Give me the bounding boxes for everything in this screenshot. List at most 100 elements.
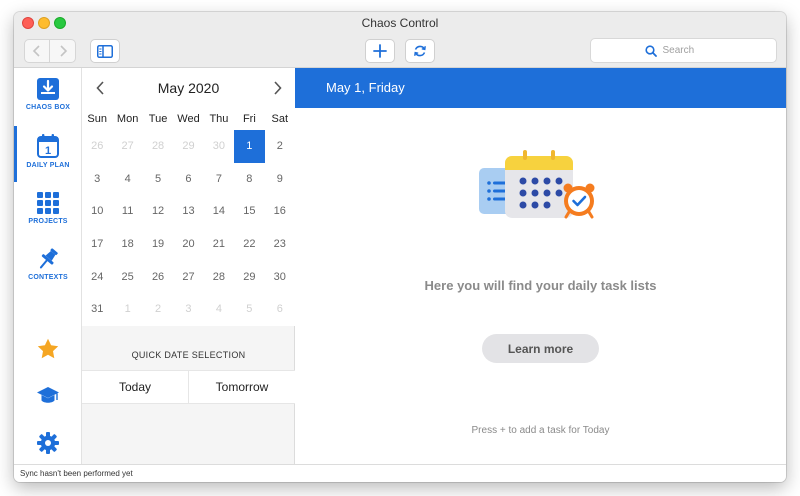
calendar-day[interactable]: 9 bbox=[265, 163, 295, 196]
weekday-label: Sun bbox=[87, 113, 107, 125]
grid-icon bbox=[37, 192, 59, 214]
calendar-day[interactable]: 5 bbox=[234, 293, 264, 326]
sidebar-item-label: CONTEXTS bbox=[28, 274, 68, 281]
calendar-day[interactable]: 31 bbox=[82, 293, 112, 326]
calendar-day[interactable]: 27 bbox=[173, 260, 203, 293]
star-icon bbox=[37, 338, 59, 359]
tutorial-button[interactable] bbox=[14, 386, 82, 406]
plus-icon bbox=[373, 44, 387, 58]
calendar-day[interactable]: 17 bbox=[82, 228, 112, 261]
calendar-day[interactable]: 13 bbox=[173, 195, 203, 228]
sidebar-icon bbox=[97, 44, 113, 58]
calendar-day[interactable]: 14 bbox=[204, 195, 234, 228]
gear-icon bbox=[37, 432, 59, 454]
sidebar-toggle-button[interactable] bbox=[90, 39, 120, 63]
weekday-header: Sun Mon Tue Wed Thu Fri Sat bbox=[82, 108, 295, 130]
calendar-day[interactable]: 10 bbox=[82, 195, 112, 228]
day-header: May 1, Friday bbox=[295, 68, 786, 108]
calendar-day[interactable]: 21 bbox=[204, 228, 234, 261]
empty-state-message: Here you will find your daily task lists bbox=[424, 278, 657, 293]
inbox-download-icon bbox=[37, 78, 59, 100]
sidebar-item-label: CHAOS BOX bbox=[25, 104, 71, 111]
calendar-day[interactable]: 23 bbox=[265, 228, 295, 261]
favorites-button[interactable] bbox=[14, 338, 82, 360]
calendar-day[interactable]: 3 bbox=[82, 163, 112, 196]
calendar-day[interactable]: 3 bbox=[173, 293, 203, 326]
calendar-day[interactable]: 6 bbox=[265, 293, 295, 326]
settings-button[interactable] bbox=[14, 432, 82, 454]
calendar-day[interactable]: 20 bbox=[173, 228, 203, 261]
calendar-day[interactable]: 29 bbox=[234, 260, 264, 293]
calendar-day[interactable]: 24 bbox=[82, 260, 112, 293]
app-window: Chaos Control Search CHAOS BOX 1 DAILY P… bbox=[14, 12, 786, 482]
calendar-day[interactable]: 25 bbox=[112, 260, 142, 293]
calendar-day[interactable]: 16 bbox=[265, 195, 295, 228]
quick-date-row: Today Tomorrow bbox=[82, 370, 295, 404]
chevron-left-icon bbox=[32, 45, 40, 57]
calendar-day[interactable]: 7 bbox=[204, 163, 234, 196]
chevron-right-icon bbox=[273, 81, 282, 95]
calendar-day[interactable]: 4 bbox=[112, 163, 142, 196]
forward-button[interactable] bbox=[50, 39, 76, 63]
calendar-grid: 26 27 28 29 30 1 2 3 4 5 6 7 8 9 10 11 12 13 14 15 16 17 18 19 2… bbox=[82, 130, 295, 326]
calendar-day[interactable]: 30 bbox=[204, 130, 234, 163]
weekday-label: Tue bbox=[148, 113, 168, 125]
weekday-label: Wed bbox=[177, 113, 200, 125]
calendar-day[interactable]: 19 bbox=[143, 228, 173, 261]
sync-icon bbox=[414, 45, 426, 57]
calendar-day[interactable]: 11 bbox=[112, 195, 142, 228]
calendar-day[interactable]: 18 bbox=[112, 228, 142, 261]
pushpin-icon bbox=[39, 248, 58, 269]
calendar-day[interactable]: 28 bbox=[204, 260, 234, 293]
calendar-day[interactable]: 30 bbox=[265, 260, 295, 293]
sidebar-item-daily-plan[interactable]: 1 DAILY PLAN bbox=[14, 134, 82, 169]
sidebar: CHAOS BOX 1 DAILY PLAN PROJECTS CONTEXTS bbox=[14, 68, 82, 464]
tomorrow-button[interactable]: Tomorrow bbox=[188, 371, 295, 403]
calendar-day-number: 1 bbox=[45, 145, 51, 157]
calendar-day[interactable]: 8 bbox=[234, 163, 264, 196]
main-pane: May 1, Friday Here you will find your da… bbox=[295, 68, 786, 464]
calendar-day[interactable]: 2 bbox=[143, 293, 173, 326]
status-bar: Sync hasn't been performed yet bbox=[14, 464, 786, 482]
weekday-label: Mon bbox=[116, 113, 139, 125]
calendar-day-icon: 1 bbox=[37, 134, 59, 158]
calendar-day[interactable]: 5 bbox=[143, 163, 173, 196]
search-icon bbox=[644, 44, 657, 57]
window-title: Chaos Control bbox=[361, 16, 439, 30]
chevron-right-icon bbox=[59, 45, 67, 57]
add-task-button[interactable] bbox=[365, 39, 395, 63]
calendar-day[interactable]: 4 bbox=[204, 293, 234, 326]
weekday-label: Fri bbox=[242, 113, 256, 125]
sidebar-item-label: PROJECTS bbox=[28, 218, 68, 225]
calendar-pane: May 2020 Sun Mon Tue Wed Thu Fri Sat 26 2… bbox=[82, 68, 295, 464]
learn-more-button[interactable]: Learn more bbox=[482, 334, 599, 363]
back-button[interactable] bbox=[24, 39, 50, 63]
calendar-day[interactable]: 26 bbox=[82, 130, 112, 163]
search-input[interactable] bbox=[662, 45, 723, 56]
calendar-day[interactable]: 1 bbox=[112, 293, 142, 326]
calendar-day[interactable]: 29 bbox=[173, 130, 203, 163]
calendar-day[interactable]: 2 bbox=[265, 130, 295, 163]
sidebar-item-chaos-box[interactable]: CHAOS BOX bbox=[14, 78, 82, 111]
weekday-label: Thu bbox=[209, 113, 229, 125]
calendar-day[interactable]: 26 bbox=[143, 260, 173, 293]
today-button[interactable]: Today bbox=[82, 371, 188, 403]
calendar-day-selected[interactable]: 1 bbox=[234, 130, 265, 163]
quick-date-title: QUICK DATE SELECTION bbox=[131, 350, 246, 360]
sync-button[interactable] bbox=[405, 39, 435, 63]
month-title: May 2020 bbox=[157, 80, 220, 96]
graduation-cap-icon bbox=[37, 387, 59, 403]
calendar-day[interactable]: 15 bbox=[234, 195, 264, 228]
sidebar-item-contexts[interactable]: CONTEXTS bbox=[14, 248, 82, 281]
calendar-alarm-illustration-icon bbox=[479, 150, 595, 219]
calendar-day[interactable]: 28 bbox=[143, 130, 173, 163]
calendar-day[interactable]: 12 bbox=[143, 195, 173, 228]
search-box[interactable] bbox=[590, 38, 777, 63]
calendar-day[interactable]: 27 bbox=[112, 130, 142, 163]
sidebar-item-projects[interactable]: PROJECTS bbox=[14, 192, 82, 225]
titlebar: Chaos Control bbox=[14, 12, 786, 68]
calendar-day[interactable]: 22 bbox=[234, 228, 264, 261]
calendar-day[interactable]: 6 bbox=[173, 163, 203, 196]
next-month-button[interactable] bbox=[269, 80, 285, 96]
sidebar-item-label: DAILY PLAN bbox=[26, 162, 70, 169]
